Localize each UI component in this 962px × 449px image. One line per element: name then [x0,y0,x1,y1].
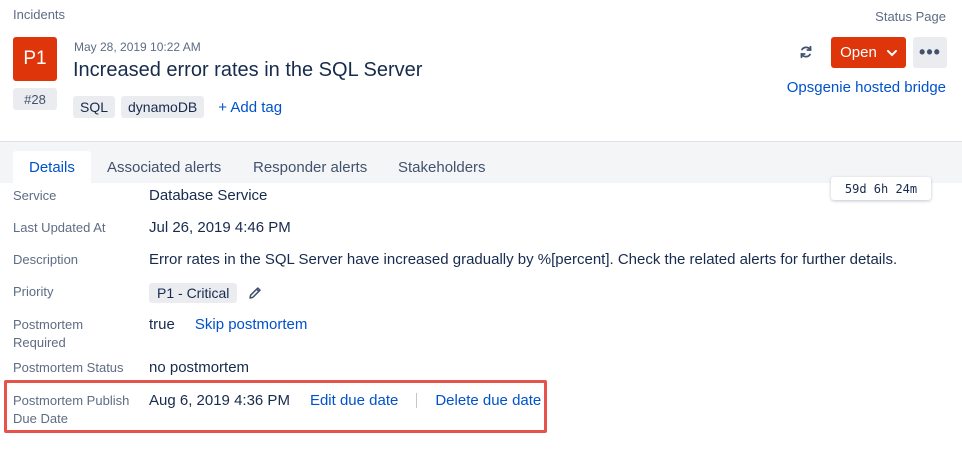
detail-value: Database Service [149,187,268,204]
status-dropdown-button[interactable]: Open [831,37,906,68]
more-actions-button[interactable]: ••• [913,37,947,68]
postmortem-required-value: true [149,316,175,333]
edit-due-date-link[interactable]: Edit due date [310,392,398,409]
detail-label: Priority [13,284,54,299]
incident-number: #28 [13,88,57,110]
page-title: Increased error rates in the SQL Server [73,59,423,81]
priority-badge: P1 [13,37,57,81]
detail-label-line: Required [13,335,66,350]
breadcrumb[interactable]: Incidents [13,7,65,22]
detail-label: Last Updated At [13,220,106,235]
tag-list: SQL dynamoDB + Add tag [73,96,282,118]
incident-timestamp: May 28, 2019 10:22 AM [74,40,201,54]
delete-due-date-link[interactable]: Delete due date [435,392,541,409]
detail-value: P1 - Critical [149,283,265,303]
due-date-value: Aug 6, 2019 4:36 PM [149,392,290,409]
add-tag-button[interactable]: + Add tag [218,99,282,116]
skip-postmortem-link[interactable]: Skip postmortem [195,316,308,333]
detail-label: Postmortem Publish Due Date [13,392,143,428]
tag[interactable]: SQL [73,96,116,118]
tab-responder-alerts[interactable]: Responder alerts [253,151,367,184]
tab-bar: Details Associated alerts Responder aler… [0,141,962,184]
detail-label-line: Due Date [13,411,68,426]
detail-label: Description [13,252,79,267]
detail-label-line: Postmortem Publish [13,393,130,408]
tab-stakeholders[interactable]: Stakeholders [398,151,486,184]
refresh-icon[interactable] [797,43,815,61]
detail-value: no postmortem [149,359,250,376]
tab-details[interactable]: Details [13,151,91,184]
detail-value: Jul 26, 2019 4:46 PM [149,219,291,236]
detail-label-line: Postmortem [13,317,84,332]
chevron-down-icon [886,44,897,61]
detail-label: Postmortem Required [13,316,143,352]
tab-associated-alerts[interactable]: Associated alerts [107,151,221,184]
detail-label: Postmortem Status [13,360,124,375]
elapsed-timer: 59d 6h 24m [831,177,931,200]
detail-value: Aug 6, 2019 4:36 PM Edit due date Delete… [149,392,541,409]
priority-tag: P1 - Critical [149,283,238,303]
detail-label: Service [13,188,57,203]
detail-value: true Skip postmortem [149,316,307,333]
more-icon: ••• [919,42,941,62]
tag[interactable]: dynamoDB [121,96,205,118]
divider [416,393,418,408]
detail-value: Error rates in the SQL Server have incre… [149,251,898,268]
status-button-label: Open [840,44,877,61]
pencil-icon[interactable] [245,283,265,303]
status-page-link[interactable]: Status Page [875,9,946,24]
bridge-link[interactable]: Opsgenie hosted bridge [787,79,946,96]
